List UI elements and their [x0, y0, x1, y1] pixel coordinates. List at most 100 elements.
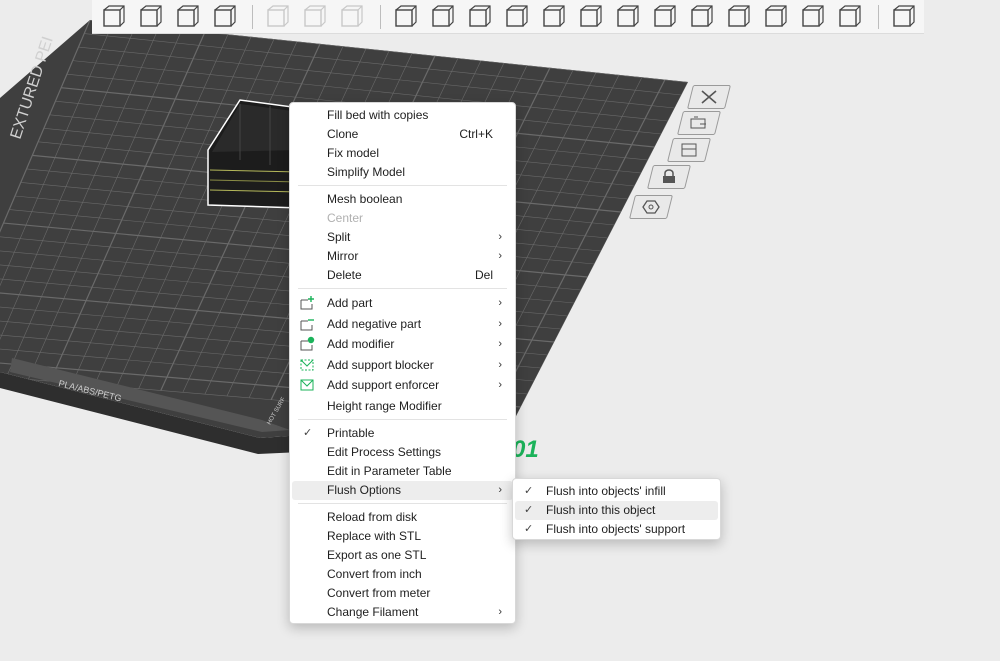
- menu-fill-bed-with-copies[interactable]: Fill bed with copies: [292, 106, 513, 125]
- paste-button[interactable]: [298, 1, 331, 33]
- menu-height-range-modifier[interactable]: Height range Modifier: [292, 396, 513, 417]
- menu-reload-from-disk[interactable]: Reload from disk: [292, 508, 513, 527]
- menu-delete[interactable]: Delete Del: [292, 266, 513, 285]
- chevron-right-icon: ›: [498, 606, 502, 618]
- menu-change-filament[interactable]: Change Filament ›: [292, 603, 513, 622]
- cut-button[interactable]: [537, 1, 570, 33]
- copy-button[interactable]: [261, 1, 294, 33]
- menu-convert-from-meter[interactable]: Convert from meter: [292, 584, 513, 603]
- menu-edit-in-parameter-table[interactable]: Edit in Parameter Table: [292, 462, 513, 481]
- menu-mesh-boolean[interactable]: Mesh boolean: [292, 190, 513, 209]
- delete-list-icon: [341, 4, 364, 27]
- object-context-menu: Fill bed with copies Clone Ctrl+K Fix mod…: [289, 102, 516, 624]
- text-icon: [728, 4, 751, 27]
- auto-orient-button[interactable]: [170, 1, 203, 33]
- plate-layout-button[interactable]: [667, 138, 711, 162]
- plate-arrange-button[interactable]: [677, 111, 721, 135]
- support-paint-icon: [617, 4, 640, 27]
- menu-add-modifier[interactable]: Add modifier ›: [292, 334, 513, 355]
- top-toolbar: [92, 0, 924, 34]
- cube-edit-icon: [691, 4, 714, 27]
- mesh-boolean-icon: [580, 4, 603, 27]
- submenu-flush-into-infill[interactable]: ✓ Flush into objects' infill: [515, 482, 718, 501]
- plate-lock-button[interactable]: [647, 165, 691, 189]
- menu-add-negative-part[interactable]: Add negative part ›: [292, 314, 513, 335]
- chevron-right-icon: ›: [498, 317, 502, 330]
- menu-mirror[interactable]: Mirror ›: [292, 247, 513, 266]
- move-icon: [395, 4, 418, 27]
- modifier-icon: [300, 336, 315, 351]
- assembly-button[interactable]: [833, 1, 866, 33]
- chevron-right-icon: ›: [498, 338, 502, 350]
- menu-shortcut: Del: [474, 268, 493, 282]
- menu-add-support-blocker[interactable]: Add support blocker ›: [292, 355, 513, 376]
- menu-separator: [298, 503, 507, 504]
- menu-center: Center: [327, 211, 364, 225]
- check-icon: ✓: [524, 485, 534, 497]
- chevron-right-icon: ›: [498, 250, 502, 262]
- mesh-boolean-button[interactable]: [574, 1, 607, 33]
- arrange-icon: [690, 116, 707, 129]
- menu-edit-process-settings[interactable]: Edit Process Settings: [292, 443, 513, 462]
- chevron-right-icon: ›: [498, 484, 502, 496]
- menu-clone[interactable]: Clone Ctrl+K: [292, 125, 513, 144]
- support-blocker-icon: [300, 359, 314, 370]
- toolbar-separator: [379, 4, 381, 29]
- chevron-right-icon: ›: [498, 297, 502, 309]
- auto-orient-icon: [176, 4, 199, 27]
- toolbar-separator: [252, 4, 253, 29]
- close-icon: [701, 90, 717, 104]
- check-icon: ✓: [524, 523, 534, 535]
- lay-on-face-icon: [506, 4, 529, 27]
- chevron-right-icon: ›: [498, 379, 502, 391]
- lay-on-face-button[interactable]: [500, 1, 533, 33]
- layout-icon: [681, 143, 697, 157]
- menu-add-part[interactable]: Add part ›: [292, 293, 513, 314]
- plate-settings-button[interactable]: [629, 195, 673, 219]
- cut-icon: [543, 4, 566, 27]
- flush-options-submenu: ✓ Flush into objects' infill ✓ Flush into …: [512, 478, 721, 540]
- menu-split[interactable]: Split ›: [292, 228, 513, 247]
- measure-button[interactable]: [796, 1, 829, 33]
- menu-export-as-one-stl[interactable]: Export as one STL: [292, 546, 513, 565]
- measure-icon: [802, 4, 825, 27]
- menu-shortcut: Ctrl+K: [459, 127, 493, 141]
- split-parts-button[interactable]: [887, 1, 920, 33]
- move-button[interactable]: [389, 1, 422, 33]
- plate-layout-button[interactable]: [207, 1, 240, 33]
- plate-layout-icon: [213, 4, 236, 27]
- menu-simplify-model[interactable]: Simplify Model: [292, 163, 513, 182]
- rotate-button[interactable]: [426, 1, 459, 33]
- arrange-grid-icon: [139, 4, 162, 27]
- rotate-icon: [432, 4, 455, 27]
- arrange-grid-button[interactable]: [133, 1, 166, 33]
- lock-icon: [663, 169, 675, 183]
- menu-printable[interactable]: ✓ Printable: [292, 424, 513, 443]
- plate-remove-button[interactable]: [687, 85, 731, 109]
- toolbar-separator: [877, 4, 879, 29]
- check-icon: ✓: [303, 427, 313, 439]
- submenu-flush-into-this-object[interactable]: ✓ Flush into this object: [515, 501, 718, 520]
- menu-add-support-enforcer[interactable]: Add support enforcer ›: [292, 375, 513, 396]
- menu-separator: [298, 288, 507, 289]
- submenu-flush-into-support[interactable]: ✓ Flush into objects' support: [515, 520, 718, 539]
- support-enforcer-icon: [300, 379, 314, 391]
- support-paint-button[interactable]: [611, 1, 644, 33]
- paste-icon: [304, 4, 327, 27]
- menu-convert-from-inch[interactable]: Convert from inch: [292, 565, 513, 584]
- plate-number: 01: [512, 436, 539, 463]
- seam-paint-button[interactable]: [648, 1, 681, 33]
- hexagon-icon: [642, 200, 660, 214]
- menu-separator: [298, 419, 507, 420]
- add-cube-button[interactable]: [96, 1, 129, 33]
- cube-edit-button[interactable]: [685, 1, 718, 33]
- scale-button[interactable]: [463, 1, 496, 33]
- chevron-right-icon: ›: [498, 231, 502, 243]
- menu-fix-model[interactable]: Fix model: [292, 144, 513, 163]
- menu-flush-options[interactable]: Flush Options ›: [292, 481, 513, 500]
- delete-list-button[interactable]: [335, 1, 368, 33]
- menu-replace-with-stl[interactable]: Replace with STL: [292, 527, 513, 546]
- color-paint-button[interactable]: [759, 1, 792, 33]
- add-cube-icon: [102, 4, 125, 27]
- text-button[interactable]: [722, 1, 755, 33]
